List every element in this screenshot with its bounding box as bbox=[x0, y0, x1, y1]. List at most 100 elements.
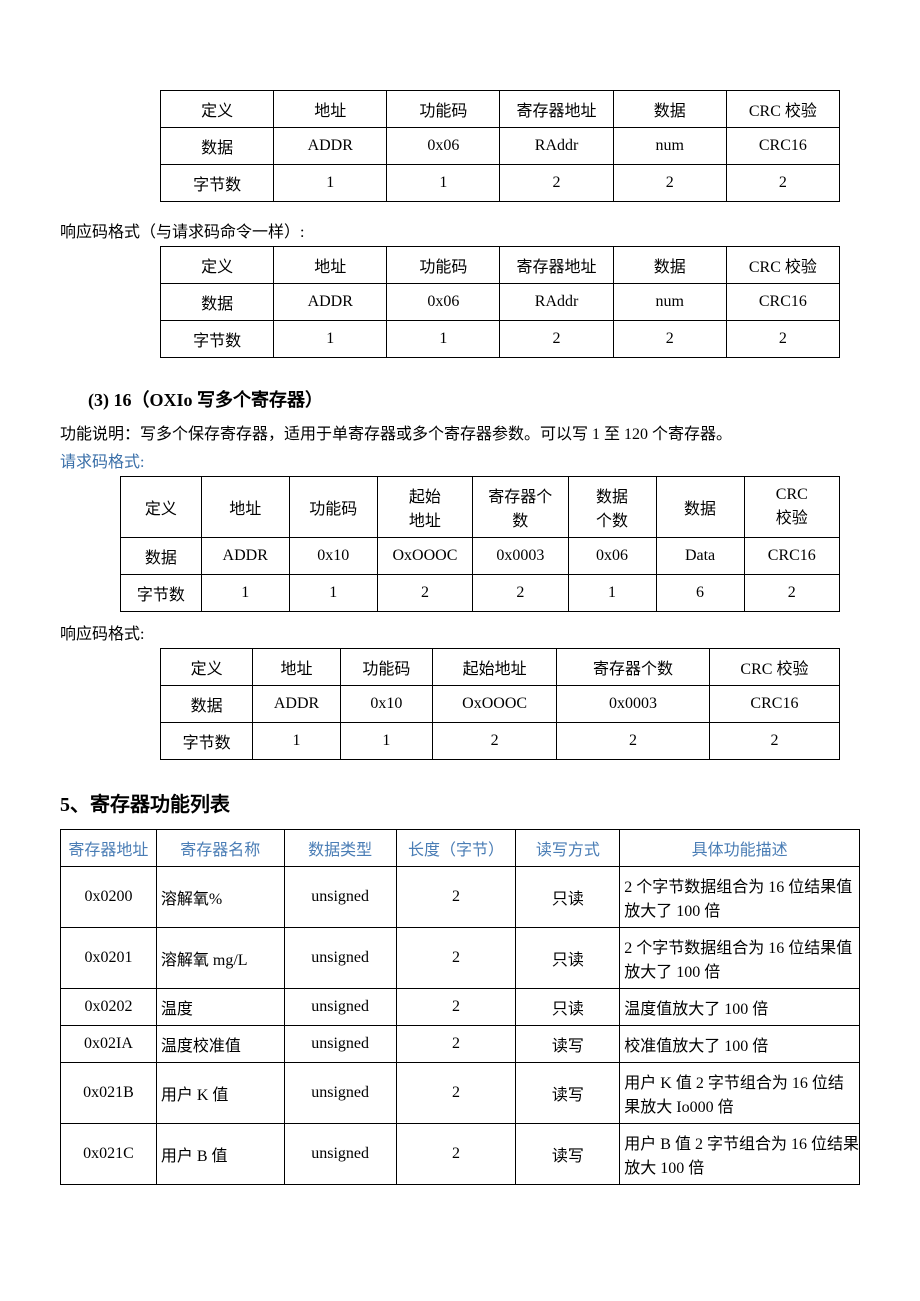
cell: OxOOOC bbox=[377, 538, 472, 575]
cell: CRC16 bbox=[726, 128, 839, 165]
cell: 1 bbox=[387, 321, 500, 358]
cell: 0x0200 bbox=[61, 867, 157, 928]
cell: 地址 bbox=[274, 247, 387, 284]
cell: 2 bbox=[396, 1063, 516, 1124]
cell: 校准值放大了 100 倍 bbox=[620, 1026, 860, 1063]
section-heading-5: 5、寄存器功能列表 bbox=[60, 788, 860, 817]
cell: 温度值放大了 100 倍 bbox=[620, 989, 860, 1026]
response-caption-1: 响应码格式（与请求码命令一样）: bbox=[60, 218, 860, 242]
cell: 温度 bbox=[156, 989, 284, 1026]
cell: CRC16 bbox=[744, 538, 839, 575]
cell: 寄存器个 数 bbox=[473, 477, 568, 538]
cell: unsigned bbox=[284, 928, 396, 989]
cell: 溶解氧% bbox=[156, 867, 284, 928]
cell: 2 bbox=[500, 321, 613, 358]
cell: 只读 bbox=[516, 989, 620, 1026]
cell: 2 bbox=[726, 165, 839, 202]
cell: 0x10 bbox=[340, 686, 432, 723]
cell: num bbox=[613, 128, 726, 165]
cell: 字节数 bbox=[161, 165, 274, 202]
cell: 数据 个数 bbox=[568, 477, 656, 538]
cell: 6 bbox=[656, 575, 744, 612]
cell: CRC16 bbox=[709, 686, 839, 723]
cell: 数据 bbox=[161, 686, 253, 723]
cell: 0x06 bbox=[568, 538, 656, 575]
cell: CRC 校验 bbox=[709, 649, 839, 686]
cell: 数据 bbox=[161, 284, 274, 321]
cell: RAddr bbox=[500, 128, 613, 165]
register-table: 寄存器地址 寄存器名称 数据类型 长度（字节） 读写方式 具体功能描述 0x02… bbox=[60, 829, 860, 1185]
table-response-06: 定义地址功能码寄存器地址数据CRC 校验 数据ADDR0x06RAddrnumC… bbox=[160, 246, 840, 358]
cell: 寄存器地址 bbox=[500, 91, 613, 128]
cell: 2 bbox=[377, 575, 472, 612]
table-row: 0x021C用户 B 值unsigned2读写用户 B 值 2 字节组合为 16… bbox=[61, 1124, 860, 1185]
cell: 数据 bbox=[161, 128, 274, 165]
cell: 数据 bbox=[613, 247, 726, 284]
cell: 1 bbox=[340, 723, 432, 760]
cell: 2 bbox=[500, 165, 613, 202]
cell: 地址 bbox=[253, 649, 340, 686]
cell: 1 bbox=[568, 575, 656, 612]
cell: 0x0202 bbox=[61, 989, 157, 1026]
cell: unsigned bbox=[284, 1063, 396, 1124]
reg-header: 读写方式 bbox=[516, 830, 620, 867]
cell: 0x0003 bbox=[557, 686, 710, 723]
cell: 用户 K 值 2 字节组合为 16 位结果放大 Io000 倍 bbox=[620, 1063, 860, 1124]
cell: 读写 bbox=[516, 1063, 620, 1124]
cell: 定义 bbox=[161, 91, 274, 128]
cell: unsigned bbox=[284, 989, 396, 1026]
cell: 1 bbox=[289, 575, 377, 612]
cell: 定义 bbox=[161, 649, 253, 686]
cell: 2 bbox=[613, 165, 726, 202]
reg-header: 具体功能描述 bbox=[620, 830, 860, 867]
cell: 0x021C bbox=[61, 1124, 157, 1185]
cell: 1 bbox=[387, 165, 500, 202]
cell: ADDR bbox=[201, 538, 289, 575]
cell: 用户 B 值 bbox=[156, 1124, 284, 1185]
table-row: 0x0201溶解氧 mg/Lunsigned2只读2 个字节数据组合为 16 位… bbox=[61, 928, 860, 989]
response-label: 响应码格式: bbox=[60, 620, 860, 644]
reg-header: 数据类型 bbox=[284, 830, 396, 867]
cell: ADDR bbox=[274, 284, 387, 321]
cell: 只读 bbox=[516, 867, 620, 928]
cell: 读写 bbox=[516, 1026, 620, 1063]
cell: 2 bbox=[726, 321, 839, 358]
table-row: 0x021B用户 K 值unsigned2读写用户 K 值 2 字节组合为 16… bbox=[61, 1063, 860, 1124]
cell: 寄存器个数 bbox=[557, 649, 710, 686]
cell: 字节数 bbox=[161, 723, 253, 760]
reg-header: 寄存器地址 bbox=[61, 830, 157, 867]
cell: 0x021B bbox=[61, 1063, 157, 1124]
cell: 字节数 bbox=[121, 575, 202, 612]
cell: 1 bbox=[201, 575, 289, 612]
cell: 0x10 bbox=[289, 538, 377, 575]
cell: 2 bbox=[433, 723, 557, 760]
cell: 地址 bbox=[201, 477, 289, 538]
table-request-10: 定义 地址 功能码 起始 地址 寄存器个 数 数据 个数 数据 CRC 校验 数… bbox=[120, 476, 840, 612]
cell: 定义 bbox=[161, 247, 274, 284]
cell: 2 bbox=[613, 321, 726, 358]
cell: 0x0201 bbox=[61, 928, 157, 989]
reg-header: 长度（字节） bbox=[396, 830, 516, 867]
cell: 功能码 bbox=[289, 477, 377, 538]
cell: 2 bbox=[709, 723, 839, 760]
table-row: 0x02IA温度校准值unsigned2读写校准值放大了 100 倍 bbox=[61, 1026, 860, 1063]
cell: 2 bbox=[396, 1026, 516, 1063]
cell: 读写 bbox=[516, 1124, 620, 1185]
cell: unsigned bbox=[284, 1124, 396, 1185]
cell: 数据 bbox=[613, 91, 726, 128]
cell: 0x06 bbox=[387, 128, 500, 165]
cell: ADDR bbox=[274, 128, 387, 165]
cell: 功能码 bbox=[340, 649, 432, 686]
cell: 溶解氧 mg/L bbox=[156, 928, 284, 989]
cell: CRC 校验 bbox=[726, 91, 839, 128]
cell: 温度校准值 bbox=[156, 1026, 284, 1063]
cell: 2 个字节数据组合为 16 位结果值放大了 100 倍 bbox=[620, 928, 860, 989]
cell: 1 bbox=[253, 723, 340, 760]
cell: 0x02IA bbox=[61, 1026, 157, 1063]
cell: 起始地址 bbox=[433, 649, 557, 686]
cell: Data bbox=[656, 538, 744, 575]
request-label: 请求码格式: bbox=[60, 448, 860, 472]
cell: 2 bbox=[744, 575, 839, 612]
cell: 2 bbox=[396, 867, 516, 928]
section-heading-3: (3) 16（OXIo 写多个寄存器） bbox=[88, 386, 860, 412]
